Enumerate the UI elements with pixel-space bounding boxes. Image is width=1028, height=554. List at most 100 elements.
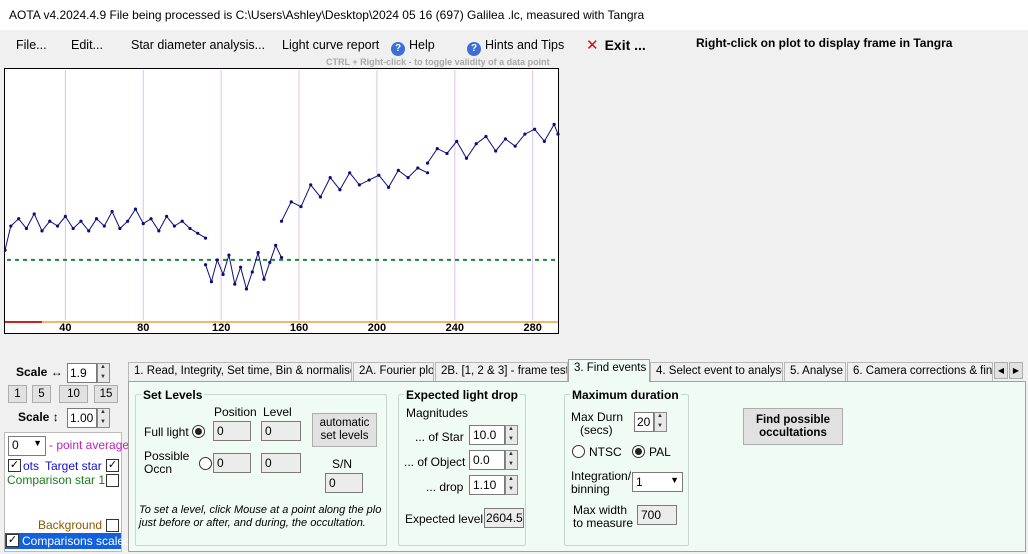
scale-button-15[interactable]: 15	[94, 385, 118, 403]
data-point[interactable]	[239, 265, 243, 269]
data-point[interactable]	[256, 251, 260, 255]
tab-camera-corrections[interactable]: 6. Camera corrections & final t	[847, 362, 993, 381]
data-point[interactable]	[203, 236, 208, 240]
tab-frame-test[interactable]: 2B. [1, 2 & 3] - frame test	[435, 362, 568, 381]
data-point[interactable]	[244, 287, 249, 291]
data-point[interactable]	[262, 277, 266, 281]
light-curve-plot[interactable]: 40 80 120 160 200 240 280	[4, 68, 560, 335]
data-point[interactable]	[118, 226, 122, 231]
data-point[interactable]	[40, 229, 44, 233]
pal-radio[interactable]	[632, 445, 645, 458]
max-durn-input[interactable]: 20	[634, 412, 654, 432]
data-point[interactable]	[188, 226, 192, 231]
scale-v-spinner[interactable]	[97, 408, 110, 428]
max-width-input[interactable]: 700	[637, 505, 677, 525]
data-point[interactable]	[464, 156, 469, 160]
dots-checkbox[interactable]: ✓	[8, 459, 21, 472]
star-mag-spinner[interactable]	[505, 425, 518, 445]
data-point[interactable]	[425, 171, 430, 175]
data-point[interactable]	[133, 207, 138, 211]
data-point[interactable]	[55, 224, 60, 228]
data-point[interactable]	[552, 122, 556, 126]
full-light-level[interactable]: 0	[261, 421, 301, 441]
data-point[interactable]	[180, 219, 184, 223]
data-point[interactable]	[484, 134, 488, 139]
data-point[interactable]	[445, 151, 449, 156]
data-point[interactable]	[227, 253, 231, 257]
data-point[interactable]	[318, 195, 323, 199]
menu-light-curve-report[interactable]: Light curve report	[282, 38, 379, 52]
scale-button-5[interactable]: 5	[32, 385, 51, 403]
data-point[interactable]	[279, 255, 284, 260]
tab-fourier[interactable]: 2A. Fourier plot	[353, 362, 434, 381]
comparisons-scaled-row[interactable]: ✓ Comparisons scaled	[5, 533, 131, 549]
menu-edit[interactable]: Edit...	[71, 38, 103, 52]
tab-select-event[interactable]: 4. Select event to analyse	[650, 362, 783, 381]
data-point[interactable]	[221, 272, 225, 277]
data-point[interactable]	[87, 229, 91, 233]
data-point[interactable]	[523, 132, 527, 136]
data-point[interactable]	[367, 178, 371, 182]
menu-star-diameter[interactable]: Star diameter analysis...	[131, 38, 265, 52]
data-point[interactable]	[215, 258, 219, 262]
tab-find-events[interactable]: 3. Find events	[568, 359, 650, 382]
ntsc-radio[interactable]	[572, 445, 585, 458]
scale-v-input[interactable]: 1.00	[67, 408, 97, 428]
drop-input[interactable]: 1.10	[469, 475, 505, 495]
scale-h-input[interactable]: 1.9	[67, 363, 97, 383]
data-point[interactable]	[556, 132, 560, 136]
menu-exit[interactable]: ✕ Exit ...	[586, 36, 646, 54]
data-point[interactable]	[71, 226, 75, 231]
data-point[interactable]	[209, 280, 214, 284]
max-durn-spinner[interactable]	[654, 412, 667, 432]
data-point[interactable]	[48, 219, 52, 223]
data-point[interactable]	[309, 183, 313, 187]
data-point[interactable]	[533, 127, 537, 131]
data-point[interactable]	[513, 144, 517, 148]
object-mag-input[interactable]: 0.0	[469, 450, 505, 470]
star-mag-input[interactable]: 10.0	[469, 425, 505, 445]
automatic-set-levels-button[interactable]: automatic set levels	[312, 413, 377, 447]
data-point[interactable]	[416, 166, 420, 170]
scale-button-10[interactable]: 10	[59, 385, 88, 403]
data-point[interactable]	[102, 224, 106, 228]
data-point[interactable]	[279, 219, 284, 223]
menu-file[interactable]: File...	[16, 38, 47, 52]
occn-position[interactable]: 0	[213, 453, 251, 473]
point-average-select[interactable]: 0 ▼	[8, 436, 46, 456]
tab-scroll-left[interactable]: ◀	[994, 362, 1008, 379]
integration-select[interactable]: 1 ▼	[632, 472, 683, 492]
data-point[interactable]	[79, 219, 83, 223]
possible-occn-radio[interactable]	[199, 457, 212, 470]
scale-h-spinner[interactable]	[97, 363, 110, 383]
data-point[interactable]	[110, 209, 114, 214]
data-point[interactable]	[196, 231, 200, 235]
data-point[interactable]	[348, 171, 352, 175]
data-point[interactable]	[203, 263, 208, 267]
occn-level[interactable]: 0	[261, 453, 301, 473]
tab-analyse[interactable]: 5. Analyse	[784, 362, 846, 381]
data-point[interactable]	[274, 243, 278, 247]
data-point[interactable]	[268, 260, 272, 264]
data-point[interactable]	[24, 226, 29, 231]
background-checkbox[interactable]	[106, 519, 119, 532]
data-point[interactable]	[250, 270, 254, 274]
find-occultations-button[interactable]: Find possible occultations	[743, 408, 843, 445]
data-point[interactable]	[233, 282, 237, 286]
data-point[interactable]	[396, 168, 400, 172]
menu-hints[interactable]: ? Hints and Tips	[467, 38, 564, 56]
data-point[interactable]	[289, 200, 293, 204]
data-point[interactable]	[172, 224, 177, 228]
tab-read-integrity[interactable]: 1. Read, Integrity, Set time, Bin & norm…	[128, 362, 352, 381]
full-light-position[interactable]: 0	[213, 421, 251, 441]
data-point[interactable]	[157, 229, 161, 233]
data-point[interactable]	[94, 217, 99, 221]
drop-spinner[interactable]	[505, 475, 518, 495]
comparison-star-checkbox[interactable]	[106, 474, 119, 487]
menu-help[interactable]: ? Help	[391, 38, 435, 56]
data-point[interactable]	[9, 224, 13, 228]
tab-scroll-right[interactable]: ▶	[1009, 362, 1023, 379]
full-light-radio[interactable]	[192, 425, 205, 438]
data-point[interactable]	[328, 176, 332, 180]
data-point[interactable]	[386, 185, 391, 189]
